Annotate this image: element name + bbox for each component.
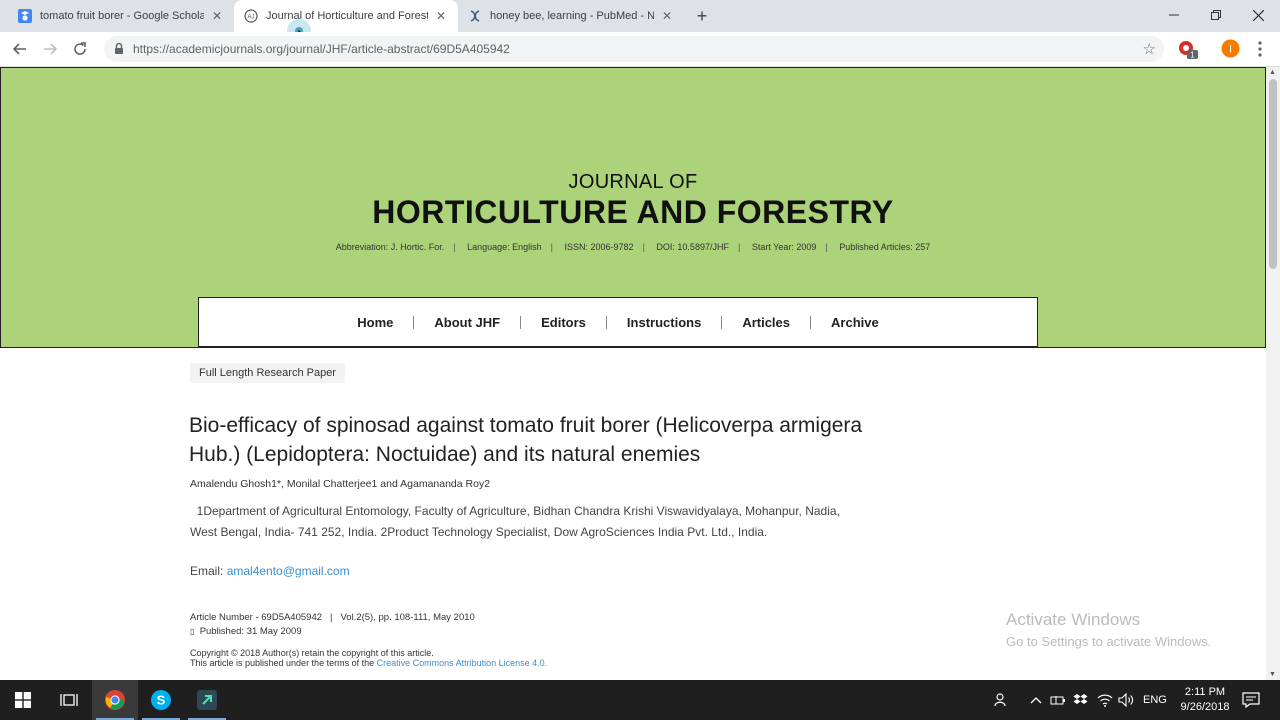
nav-editors[interactable]: Editors <box>521 315 606 330</box>
browser-toolbar: https://academicjournals.org/journal/JHF… <box>0 32 1280 67</box>
article-affiliation: 1Department of Agricultural Entomology, … <box>190 501 855 542</box>
published-date: ▯ Published: 31 May 2009 <box>190 626 302 637</box>
calendar-icon: ▯ <box>190 627 195 636</box>
svg-text:S: S <box>157 693 166 708</box>
email-label: Email: <box>190 564 227 578</box>
tab-close-icon[interactable]: ✕ <box>210 9 224 23</box>
nav-home[interactable]: Home <box>337 315 413 330</box>
back-icon[interactable] <box>10 39 30 59</box>
scroll-down-icon[interactable]: ▼ <box>1269 671 1276 678</box>
bookmark-star-icon[interactable]: ☆ <box>1143 40 1156 58</box>
academic-journals-icon: AJ <box>244 9 258 23</box>
skype-icon[interactable]: S <box>138 680 184 720</box>
svg-text:AJ: AJ <box>247 15 254 21</box>
tab-close-icon[interactable]: ✕ <box>434 9 448 23</box>
profile-avatar[interactable]: I <box>1221 39 1240 63</box>
nav-instructions[interactable]: Instructions <box>607 315 721 330</box>
battery-icon[interactable] <box>1050 680 1066 720</box>
article-number-line: Article Number - 69D5A405942 | Vol.2(5), p… <box>190 612 475 623</box>
minimize-icon[interactable] <box>1152 0 1196 30</box>
filmora-icon[interactable] <box>184 680 230 720</box>
license-line: This article is published under the term… <box>190 658 547 668</box>
article-number: Article Number - 69D5A405942 <box>190 612 323 623</box>
meta-start-year: Start Year: 2009 <box>751 242 817 252</box>
watermark-line1: Activate Windows <box>1006 610 1141 629</box>
volume-icon[interactable] <box>1118 680 1134 720</box>
google-scholar-icon <box>18 9 32 23</box>
extension-badge: 1 <box>1190 51 1195 60</box>
article-volume: Vol.2(5), pp. 108-111, May 2010 <box>340 612 475 623</box>
tab-close-icon[interactable]: ✕ <box>660 9 674 23</box>
activate-windows-watermark: Activate Windows Go to Settings to activ… <box>1006 610 1211 649</box>
extension-icon[interactable]: 1 <box>1177 40 1199 65</box>
pubmed-icon <box>468 9 482 23</box>
chrome-taskbar-icon[interactable] <box>92 680 138 720</box>
article-type-badge: Full Length Research Paper <box>190 363 345 383</box>
restore-icon[interactable] <box>1194 0 1238 30</box>
nav-about[interactable]: About JHF <box>414 315 520 330</box>
page-scrollbar[interactable]: ▲ ▼ <box>1266 67 1280 680</box>
address-bar[interactable]: https://academicjournals.org/journal/JHF… <box>104 36 1164 62</box>
meta-published-articles: Published Articles: 257 <box>839 242 931 252</box>
reload-icon[interactable] <box>70 39 90 59</box>
clock-date: 9/26/2018 <box>1180 701 1230 713</box>
article-authors: Amalendu Ghosh1*, Monilal Chatterjee1 an… <box>190 478 491 490</box>
scroll-up-icon[interactable]: ▲ <box>1269 69 1276 76</box>
nav-articles[interactable]: Articles <box>722 315 810 330</box>
article-title: Bio-efficacy of spinosad against tomato … <box>189 414 863 466</box>
tab-title: tomato fruit borer - Google Scholar <box>40 10 204 22</box>
system-clock[interactable]: 2:11 PM 9/26/2018 <box>1170 685 1240 715</box>
input-language[interactable]: ENG <box>1143 680 1167 720</box>
tab-title: honey bee, learning - PubMed - NCBI <box>490 10 654 22</box>
windows-taskbar: S ENG 2:11 PM 9/26/2018 <box>0 680 1280 720</box>
wifi-icon[interactable] <box>1097 680 1113 720</box>
copyright-text: Copyright © 2018 Author(s) retain the co… <box>190 648 434 658</box>
clock-time: 2:11 PM <box>1184 686 1226 698</box>
journal-banner: JOURNAL OF HORTICULTURE AND FORESTRY Abb… <box>0 67 1266 348</box>
license-prefix: This article is published under the term… <box>190 658 377 668</box>
new-tab-button[interactable]: + <box>692 6 712 26</box>
license-link[interactable]: Creative Commons Attribution License 4.0… <box>377 658 548 668</box>
task-view-icon[interactable] <box>46 680 92 720</box>
tray-chevron-up-icon[interactable] <box>1030 680 1042 720</box>
published-text: Published: 31 May 2009 <box>199 626 302 637</box>
watermark-line2: Go to Settings to activate Windows. <box>1006 634 1212 649</box>
tab-strip: tomato fruit borer - Google Scholar ✕ AJ… <box>0 0 1280 50</box>
lock-icon <box>114 42 124 60</box>
meta-language: Language: English <box>467 242 542 252</box>
notification-icon[interactable] <box>1242 680 1260 720</box>
tab-pubmed[interactable]: honey bee, learning - PubMed - NCBI ✕ <box>458 0 684 32</box>
menu-kebab-icon[interactable] <box>1254 40 1266 63</box>
copyright-notice: Copyright © 2018 Author(s) retain the co… <box>190 648 547 668</box>
meta-abbreviation: Abbreviation: J. Hortic. For. <box>335 242 445 252</box>
meta-issn: ISSN: 2006-9782 <box>564 242 634 252</box>
dropbox-icon[interactable] <box>1073 680 1088 720</box>
page-viewport: JOURNAL OF HORTICULTURE AND FORESTRY Abb… <box>0 67 1266 680</box>
tab-google-scholar[interactable]: tomato fruit borer - Google Scholar ✕ <box>8 0 234 32</box>
profile-initial: I <box>1229 44 1232 56</box>
windows-start-icon[interactable] <box>0 680 46 720</box>
journal-nav: Home About JHF Editors Instructions Arti… <box>198 297 1038 347</box>
url-text: https://academicjournals.org/journal/JHF… <box>133 42 510 56</box>
people-icon[interactable] <box>994 680 1010 720</box>
tab-journal-horticulture[interactable]: AJ Journal of Horticulture and Forestry … <box>234 0 458 32</box>
nav-archive[interactable]: Archive <box>811 315 899 330</box>
meta-doi: DOI: 10.5897/JHF <box>656 242 729 252</box>
scrollbar-thumb[interactable] <box>1269 79 1277 269</box>
journal-meta: Abbreviation: J. Hortic. For. | Language:… <box>335 242 931 252</box>
forward-icon[interactable] <box>40 39 60 59</box>
affiliation-text: 1Department of Agricultural Entomology, … <box>190 504 840 539</box>
email-link[interactable]: amal4ento@gmail.com <box>227 564 350 578</box>
journal-prefix: JOURNAL OF <box>568 171 698 193</box>
close-window-icon[interactable] <box>1236 0 1280 30</box>
journal-name: HORTICULTURE AND FORESTRY <box>372 194 894 230</box>
article-email: Email: amal4ento@gmail.com <box>190 564 350 578</box>
